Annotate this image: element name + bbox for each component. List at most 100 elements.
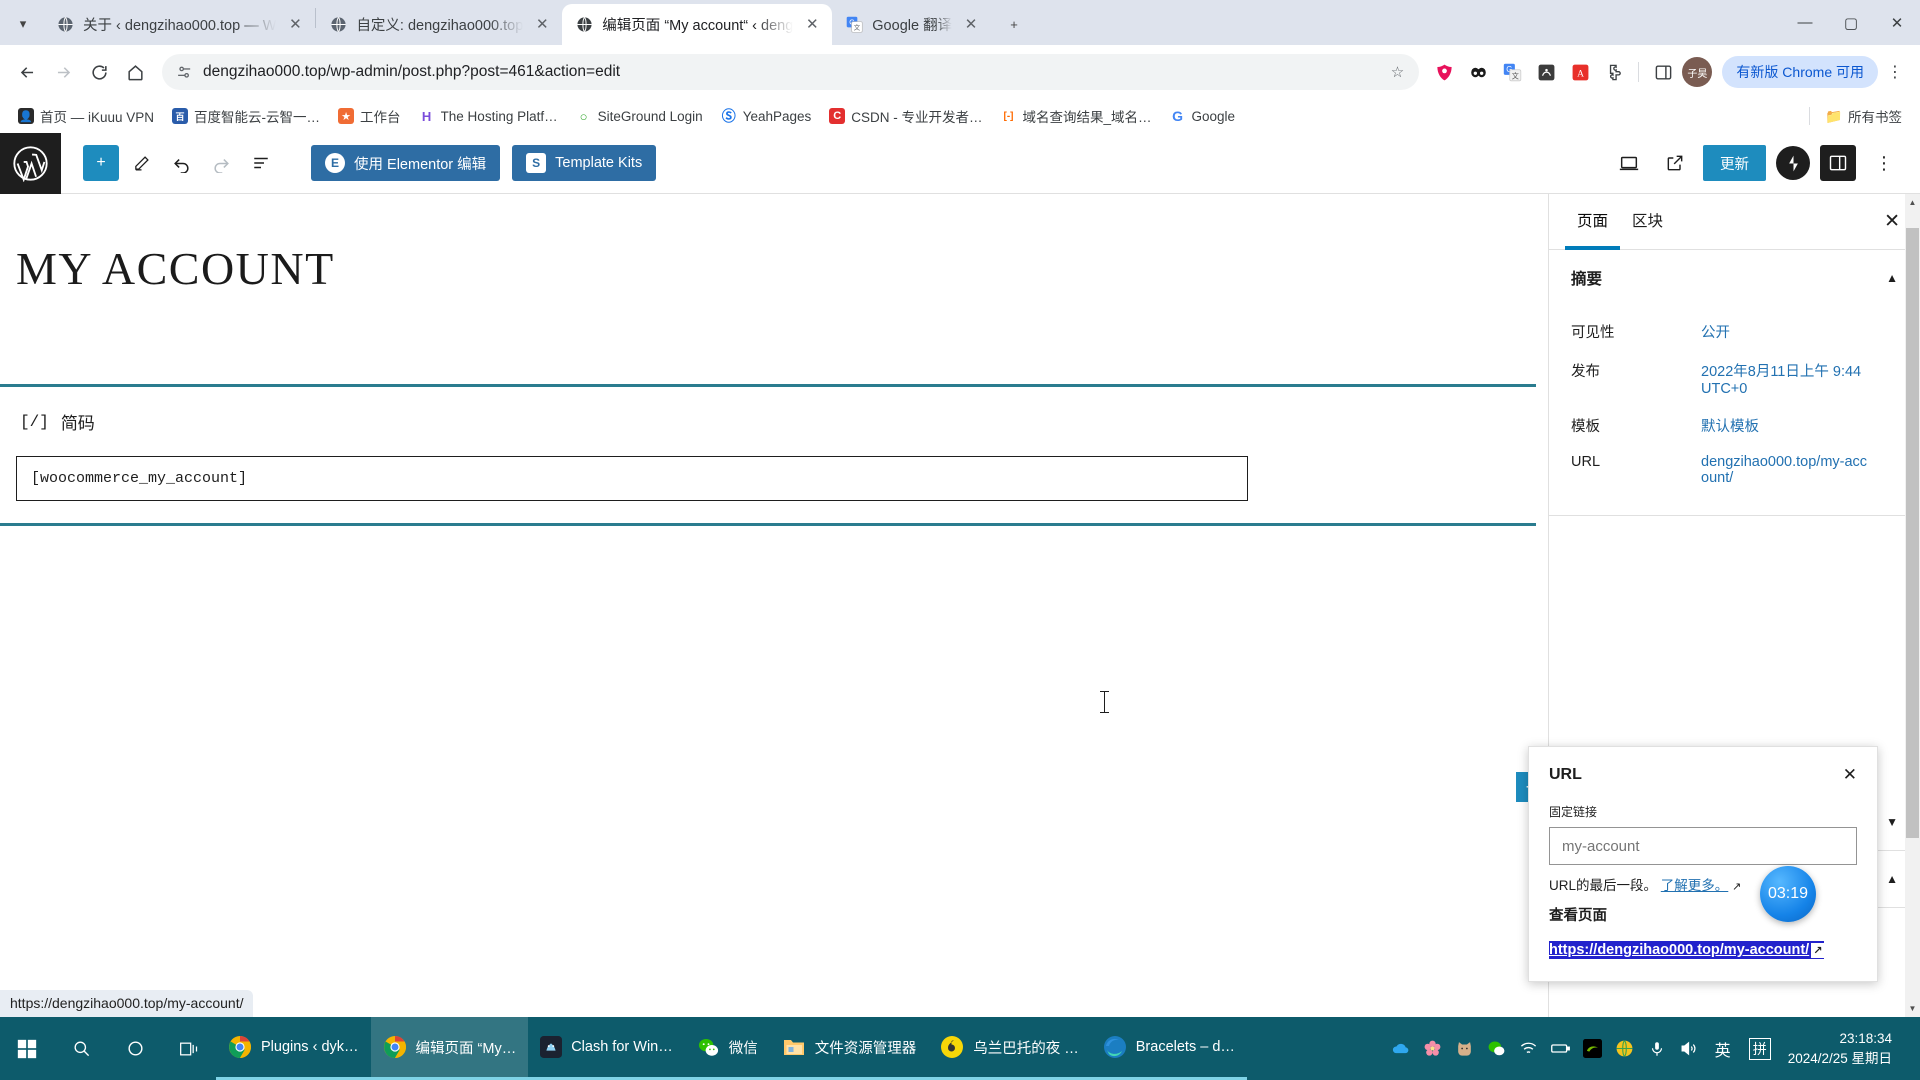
bookmark-item[interactable]: [-] 域名查询结果_域名… xyxy=(993,103,1160,129)
flower-icon[interactable] xyxy=(1418,1017,1448,1080)
bookmark-item[interactable]: H The Hosting Platf… xyxy=(411,105,566,127)
editor-options-icon[interactable]: ⋮ xyxy=(1866,145,1902,181)
publish-date-value[interactable]: 2022年8月11日上午 9:44 UTC+0 xyxy=(1701,360,1876,397)
close-icon[interactable]: ✕ xyxy=(802,17,822,32)
taskbar-app-file-explorer[interactable]: 文件资源管理器 xyxy=(769,1017,929,1080)
bookmark-item[interactable]: G Google xyxy=(1162,105,1244,127)
undo-button[interactable] xyxy=(163,145,199,181)
browser-tab-1[interactable]: 关于 ‹ dengzihao000.top — W ✕ xyxy=(43,4,315,45)
learn-more-link[interactable]: 了解更多。 xyxy=(1661,878,1729,893)
battery-icon[interactable] xyxy=(1546,1017,1576,1080)
browser-tab-4[interactable]: G文 Google 翻译 ✕ xyxy=(832,4,991,45)
preview-device-icon[interactable] xyxy=(1611,145,1647,181)
tab-page[interactable]: 页面 xyxy=(1565,194,1620,250)
taskbar-app-plugins[interactable]: Plugins ‹ dyk… xyxy=(216,1017,371,1080)
bookmark-item[interactable]: ○ SiteGround Login xyxy=(568,105,711,127)
close-icon[interactable]: ✕ xyxy=(285,17,305,32)
taskbar-clock[interactable]: 23:18:34 2024/2/25 星期日 xyxy=(1780,1029,1906,1068)
taskbar-app-wordpress-editor[interactable]: 编辑页面 “My… xyxy=(370,1017,529,1080)
wechat-tray-icon[interactable] xyxy=(1482,1017,1512,1080)
template-value[interactable]: 默认模板 xyxy=(1701,415,1759,436)
site-settings-icon[interactable] xyxy=(176,64,193,81)
cortana-icon[interactable] xyxy=(108,1017,162,1080)
reload-icon[interactable] xyxy=(82,55,116,89)
address-bar[interactable]: dengzihao000.top/wp-admin/post.php?post=… xyxy=(162,54,1420,90)
close-window-icon[interactable]: ✕ xyxy=(1874,0,1920,45)
chrome-update-button[interactable]: 有新版 Chrome 可用 xyxy=(1722,56,1878,88)
editor-canvas[interactable]: MY ACCOUNT [/] 简码 [woocommerce_my_accoun… xyxy=(0,194,1548,1017)
shield-icon[interactable] xyxy=(1429,57,1459,87)
bookmark-item[interactable]: C CSDN - 专业开发者… xyxy=(821,103,990,129)
globe-icon[interactable] xyxy=(1610,1017,1640,1080)
taskbar-app-music[interactable]: 乌兰巴托的夜 … xyxy=(928,1017,1091,1080)
chevron-up-icon[interactable]: ▲ xyxy=(1886,872,1898,886)
cat-icon[interactable] xyxy=(1450,1017,1480,1080)
all-bookmarks-button[interactable]: 📁 所有书签 xyxy=(1818,103,1910,129)
close-icon[interactable]: ✕ xyxy=(532,17,552,32)
nvidia-icon[interactable] xyxy=(1578,1017,1608,1080)
pocket-icon[interactable] xyxy=(1463,57,1493,87)
close-icon[interactable]: ✕ xyxy=(961,17,981,32)
shortcode-block[interactable]: [/] 简码 [woocommerce_my_account] xyxy=(0,384,1536,526)
minimize-icon[interactable]: — xyxy=(1782,0,1828,45)
start-icon[interactable] xyxy=(0,1017,54,1080)
taskbar-app-wechat[interactable]: 微信 xyxy=(684,1017,770,1080)
back-icon[interactable] xyxy=(10,55,44,89)
search-icon[interactable] xyxy=(54,1017,108,1080)
close-icon[interactable]: ✕ xyxy=(1843,765,1857,785)
update-button[interactable]: 更新 xyxy=(1703,145,1766,181)
chevron-down-icon[interactable]: ▼ xyxy=(1886,815,1898,829)
screen-recorder-timer[interactable]: 03:19 xyxy=(1760,866,1816,922)
jetpack-icon[interactable] xyxy=(1776,146,1810,180)
browser-tab-2[interactable]: 自定义: dengzihao000.top ✕ xyxy=(316,4,562,45)
page-title[interactable]: MY ACCOUNT xyxy=(0,194,1548,295)
tab-block[interactable]: 区块 xyxy=(1620,194,1675,250)
bookmark-item[interactable]: Ⓢ YeahPages xyxy=(713,105,820,127)
bookmark-item[interactable]: ★ 工作台 xyxy=(330,103,409,129)
home-icon[interactable] xyxy=(118,55,152,89)
show-desktop-button[interactable] xyxy=(1908,1017,1914,1080)
add-block-button[interactable]: + xyxy=(83,145,119,181)
scroll-up-icon[interactable]: ▲ xyxy=(1905,194,1920,211)
summary-section-header[interactable]: 摘要 ▲ xyxy=(1549,250,1920,306)
ime-pinyin-indicator[interactable]: 拼 xyxy=(1742,1017,1778,1080)
edit-with-elementor-button[interactable]: E 使用 Elementor 编辑 xyxy=(311,145,501,181)
document-overview-button[interactable] xyxy=(243,145,279,181)
shortcode-input[interactable]: [woocommerce_my_account] xyxy=(16,456,1248,501)
puzzle-extension-icon[interactable] xyxy=(1599,57,1629,87)
template-kits-button[interactable]: S Template Kits xyxy=(512,145,657,181)
avatar[interactable]: 子昊 xyxy=(1682,57,1713,87)
permalink-input[interactable]: my-account xyxy=(1549,827,1857,865)
side-panel-icon[interactable] xyxy=(1648,57,1678,87)
scrollbar-thumb[interactable] xyxy=(1906,228,1919,838)
forward-icon[interactable] xyxy=(46,55,80,89)
browser-tab-3-active[interactable]: 编辑页面 “My account“ ‹ deng ✕ xyxy=(562,4,833,45)
visibility-value[interactable]: 公开 xyxy=(1701,321,1730,342)
bookmark-item[interactable]: 👤 首页 — iKuuu VPN xyxy=(10,103,162,129)
new-tab-button[interactable]: + xyxy=(997,7,1031,41)
tab-search-button[interactable]: ▾ xyxy=(6,7,40,41)
wordpress-icon[interactable] xyxy=(0,133,61,194)
sidebar-scrollbar[interactable]: ▲ ▼ xyxy=(1905,194,1920,1017)
google-translate-extension-icon[interactable]: G文 xyxy=(1497,57,1527,87)
view-page-external-icon[interactable] xyxy=(1657,145,1693,181)
maximize-icon[interactable]: ▢ xyxy=(1828,0,1874,45)
settings-sidebar-toggle[interactable] xyxy=(1820,145,1856,181)
bookmark-item[interactable]: 百 百度智能云-云智一… xyxy=(164,103,328,129)
mic-icon[interactable] xyxy=(1642,1017,1672,1080)
onedrive-icon[interactable] xyxy=(1386,1017,1416,1080)
chevron-up-icon[interactable]: ▲ xyxy=(1886,271,1898,285)
taskbar-app-clash[interactable]: Clash for Win… xyxy=(528,1017,685,1080)
url-value[interactable]: dengzihao000.top/my-account/ xyxy=(1701,454,1871,486)
chrome-menu-icon[interactable]: ⋮ xyxy=(1880,55,1910,89)
taskbar-app-edge[interactable]: Bracelets – d… xyxy=(1090,1017,1247,1080)
adobe-icon[interactable]: A xyxy=(1565,57,1595,87)
ime-mode-indicator[interactable]: 英 xyxy=(1706,1017,1740,1080)
close-sidebar-icon[interactable]: ✕ xyxy=(1884,210,1900,233)
network-icon[interactable] xyxy=(1514,1017,1544,1080)
task-view-icon[interactable] xyxy=(162,1017,216,1080)
scroll-down-icon[interactable]: ▼ xyxy=(1905,1000,1920,1017)
edit-pencil-button[interactable] xyxy=(123,145,159,181)
permalink-link[interactable]: https://dengzihao000.top/my-account/ ↗ xyxy=(1549,941,1825,959)
redo-button[interactable] xyxy=(203,145,239,181)
